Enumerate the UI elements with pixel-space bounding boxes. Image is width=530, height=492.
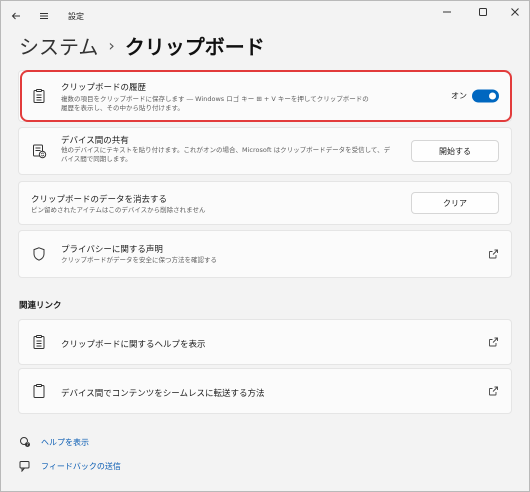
sync-devices-desc-line1: 他のデバイスにテキストを貼り付けます。これがオンの場合、Microsoft はク… xyxy=(61,146,391,154)
clear-data-card: クリップボードのデータを消去する ピン留めされたアイテムはこのデバイスから削除さ… xyxy=(18,181,512,225)
sync-devices-title: デバイス間の共有 xyxy=(61,136,129,146)
feedback-icon xyxy=(19,461,30,472)
clipboard-list-icon xyxy=(33,89,45,103)
back-arrow-icon[interactable] xyxy=(7,7,25,25)
feedback-link[interactable]: フィードバックの送信 xyxy=(19,460,121,472)
start-sync-button[interactable]: 開始する xyxy=(411,140,499,162)
close-icon[interactable] xyxy=(503,3,527,21)
clipboard-history-title: クリップボードの履歴 xyxy=(61,83,147,93)
sync-devices-desc: 他のデバイスにテキストを貼り付けます。これがオンの場合、Microsoft はク… xyxy=(61,146,401,164)
clipboard-history-card: クリップボードの履歴 複数の項目をクリップボードに保存します ― Windows… xyxy=(18,70,512,122)
sync-devices-card: デバイス間の共有 他のデバイスにテキストを貼り付けます。これがオンの場合、Mic… xyxy=(18,127,512,175)
clear-data-title: クリップボードのデータを消去する xyxy=(31,195,168,205)
breadcrumb: システム › クリップボード xyxy=(19,31,265,59)
privacy-title: プライバシーに関する声明 xyxy=(61,245,163,255)
page-title: クリップボード xyxy=(124,34,265,59)
open-external-icon xyxy=(489,337,498,347)
toggle-state-label: オン xyxy=(451,91,467,101)
clear-data-desc: ピン留めされたアイテムはこのデバイスから削除されません xyxy=(31,206,206,214)
related-link-label: デバイス間でコンテンツをシームレスに転送する方法 xyxy=(61,389,265,399)
related-link-help[interactable]: クリップボードに関するヘルプを表示 xyxy=(18,319,512,365)
toggle-knob xyxy=(489,92,496,100)
app-title: 設定 xyxy=(68,12,84,21)
related-link-transfer[interactable]: デバイス間でコンテンツをシームレスに転送する方法 xyxy=(18,368,512,414)
open-external-icon xyxy=(489,249,498,259)
privacy-card[interactable]: プライバシーに関する声明 クリップボードがデータを安全に保つ方法を確認する xyxy=(18,230,512,278)
breadcrumb-separator: › xyxy=(108,35,115,55)
clipboard-icon xyxy=(33,384,45,398)
clipboard-history-desc-line2: 履歴を表示し、その中から貼り付けます。 xyxy=(61,104,184,112)
related-link-label: クリップボードに関するヘルプを表示 xyxy=(61,340,206,350)
related-links-heading: 関連リンク xyxy=(19,301,62,311)
sync-devices-desc-line2: バイス間で同期します。 xyxy=(61,155,132,163)
settings-window: 設定 システム › クリップボード クリップボードの履歴 複数の項目をクリップボ… xyxy=(0,0,530,492)
get-help-label: ヘルプを表示 xyxy=(41,437,89,447)
clear-button[interactable]: クリア xyxy=(411,192,499,214)
minimize-icon[interactable] xyxy=(435,3,459,21)
clipboard-list-icon xyxy=(33,335,45,349)
title-bar: 設定 xyxy=(1,1,529,31)
devices-sync-icon xyxy=(33,144,47,159)
feedback-label: フィードバックの送信 xyxy=(41,461,121,471)
shield-icon xyxy=(33,247,45,261)
breadcrumb-parent[interactable]: システム xyxy=(19,31,98,60)
privacy-desc: クリップボードがデータを安全に保つ方法を確認する xyxy=(61,256,217,264)
clipboard-history-desc-line1: 複数の項目をクリップボードに保存します ― Windows ロゴ キー ⊞ + … xyxy=(61,95,369,103)
open-external-icon xyxy=(489,386,498,396)
maximize-icon[interactable] xyxy=(471,3,495,21)
clipboard-history-toggle[interactable] xyxy=(472,89,499,103)
clipboard-history-desc: 複数の項目をクリップボードに保存します ― Windows ロゴ キー ⊞ + … xyxy=(61,95,411,113)
help-icon: ? xyxy=(20,437,30,447)
svg-text:?: ? xyxy=(26,442,28,447)
hamburger-menu-icon[interactable] xyxy=(35,7,53,25)
get-help-link[interactable]: ? ヘルプを表示 xyxy=(19,436,89,448)
